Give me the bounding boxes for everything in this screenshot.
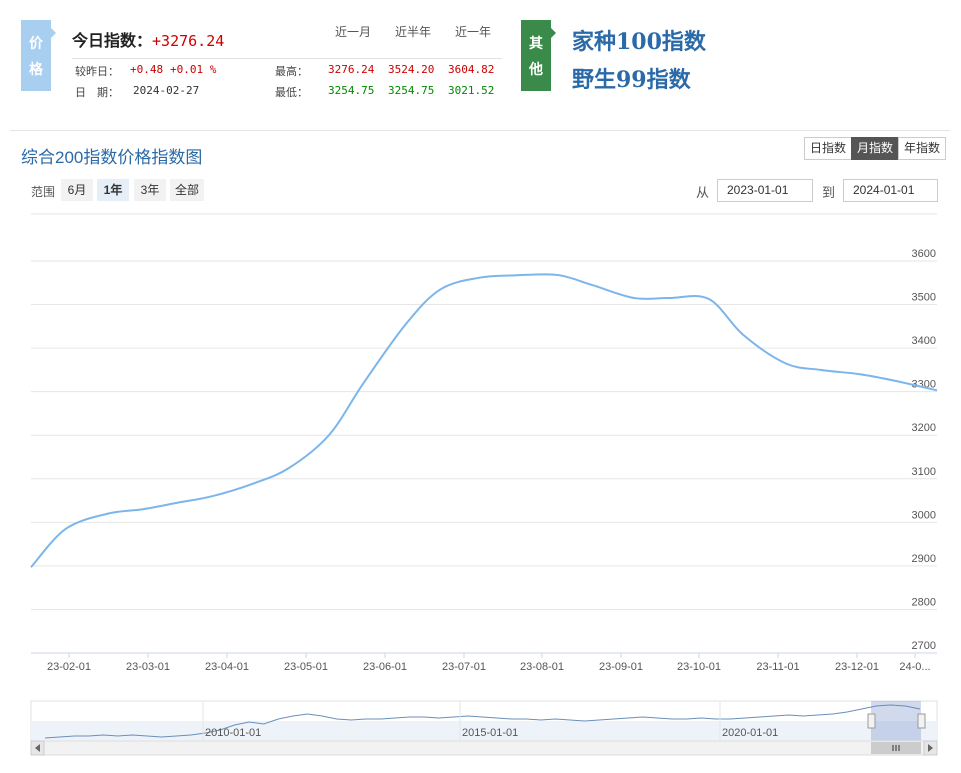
navigator-handle[interactable] [917,713,926,729]
x-tick-label: 23-03-01 [126,661,170,673]
y-tick-label: 2800 [912,596,936,608]
navigator-date-label: 2020-01-01 [722,727,778,739]
navigator-selection[interactable] [871,701,921,741]
y-tick-label: 2700 [912,640,936,652]
y-tick-label: 2900 [912,553,936,565]
x-tick-label: 24-0... [899,661,930,673]
x-tick-label: 23-04-01 [205,661,249,673]
navigator-handle[interactable] [867,713,876,729]
y-tick-label: 3500 [912,292,936,304]
index-line-chart: 2700280029003000310032003300340035003600… [30,213,938,756]
y-tick-label: 3200 [912,422,936,434]
y-tick-label: 3600 [912,248,936,260]
index-series-line [30,273,938,568]
y-tick-label: 3100 [912,466,936,478]
x-tick-label: 23-08-01 [520,661,564,673]
y-tick-label: 3400 [912,335,936,347]
y-tick-label: 3000 [912,509,936,521]
x-tick-label: 23-02-01 [47,661,91,673]
x-tick-label: 23-06-01 [363,661,407,673]
x-tick-label: 23-11-01 [756,661,799,673]
navigator-date-label: 2010-01-01 [205,727,261,739]
x-tick-label: 23-10-01 [677,661,721,673]
navigator-date-label: 2015-01-01 [462,727,518,739]
x-tick-label: 23-12-01 [835,661,879,673]
x-tick-label: 23-05-01 [284,661,328,673]
navigator-scrollbar-track[interactable] [30,740,938,756]
x-tick-label: 23-09-01 [599,661,643,673]
x-tick-label: 23-07-01 [442,661,486,673]
